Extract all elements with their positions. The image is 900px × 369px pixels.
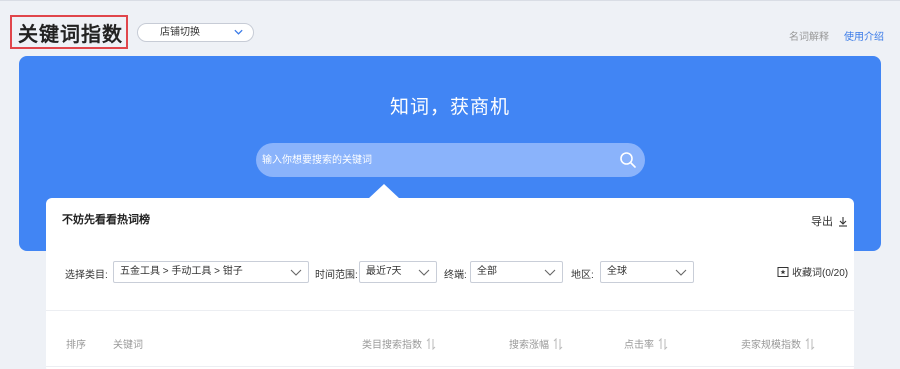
category-select[interactable]: 五金工具 > 手动工具 > 钳子 xyxy=(113,261,309,283)
channel-label: 终端: xyxy=(444,270,467,281)
filter-divider xyxy=(46,310,854,311)
column-seller-scale-index-label: 卖家规模指数 xyxy=(741,340,801,351)
usage-guide-link[interactable]: 使用介绍 xyxy=(844,28,884,43)
column-search-growth[interactable]: 搜索涨幅 xyxy=(509,336,563,351)
region-value: 全球 xyxy=(607,266,627,277)
category-label: 选择类目: xyxy=(65,270,108,281)
hot-list-title: 不妨先看看热词榜 xyxy=(62,214,150,226)
chevron-down-icon xyxy=(234,29,243,35)
store-switch-label: 店铺切换 xyxy=(160,27,200,38)
category-value: 五金工具 > 手动工具 > 钳子 xyxy=(120,266,243,277)
time-range-select[interactable]: 最近7天 xyxy=(359,261,437,283)
time-range-value: 最近7天 xyxy=(366,266,402,277)
column-category-search-index-label: 类目搜索指数 xyxy=(362,340,422,351)
sort-icon xyxy=(658,338,668,350)
keyword-search-input[interactable] xyxy=(262,143,602,177)
column-seller-scale-index[interactable]: 卖家规模指数 xyxy=(741,336,815,351)
card-pointer xyxy=(368,184,400,199)
chevron-down-icon xyxy=(675,269,687,276)
chevron-down-icon xyxy=(544,269,556,276)
favorite-folder-icon xyxy=(777,267,789,277)
region-label: 地区: xyxy=(571,270,594,281)
download-icon xyxy=(839,217,848,227)
term-explanation-link[interactable]: 名词解释 xyxy=(789,28,829,43)
page-title: 关键词指数 xyxy=(18,24,123,46)
column-search-growth-label: 搜索涨幅 xyxy=(509,340,549,351)
column-click-rate-label: 点击率 xyxy=(624,340,654,351)
column-keyword: 关键词 xyxy=(113,340,143,351)
column-rank: 排序 xyxy=(66,340,86,351)
sort-icon xyxy=(553,338,563,350)
channel-select[interactable]: 全部 xyxy=(470,261,563,283)
time-range-label: 时间范围: xyxy=(315,270,358,281)
export-label: 导出 xyxy=(811,216,833,228)
favorites-label: 收藏词(0/20) xyxy=(792,268,849,279)
hot-words-card xyxy=(46,198,854,369)
column-click-rate[interactable]: 点击率 xyxy=(624,336,668,351)
search-box xyxy=(256,143,645,177)
favorites-button[interactable]: 收藏词(0/20) xyxy=(777,264,848,279)
export-button[interactable]: 导出 xyxy=(811,213,848,229)
column-category-search-index[interactable]: 类目搜索指数 xyxy=(362,336,436,351)
channel-value: 全部 xyxy=(477,266,497,277)
sort-icon xyxy=(426,338,436,350)
top-divider xyxy=(0,0,900,1)
store-switch-dropdown[interactable]: 店铺切换 xyxy=(137,23,254,42)
region-select[interactable]: 全球 xyxy=(600,261,694,283)
table-header-divider xyxy=(46,366,854,367)
chevron-down-icon xyxy=(418,269,430,276)
chevron-down-icon xyxy=(290,269,302,276)
sort-icon xyxy=(805,338,815,350)
hero-title: 知词，获商机 xyxy=(389,97,510,118)
search-icon[interactable] xyxy=(619,151,637,169)
